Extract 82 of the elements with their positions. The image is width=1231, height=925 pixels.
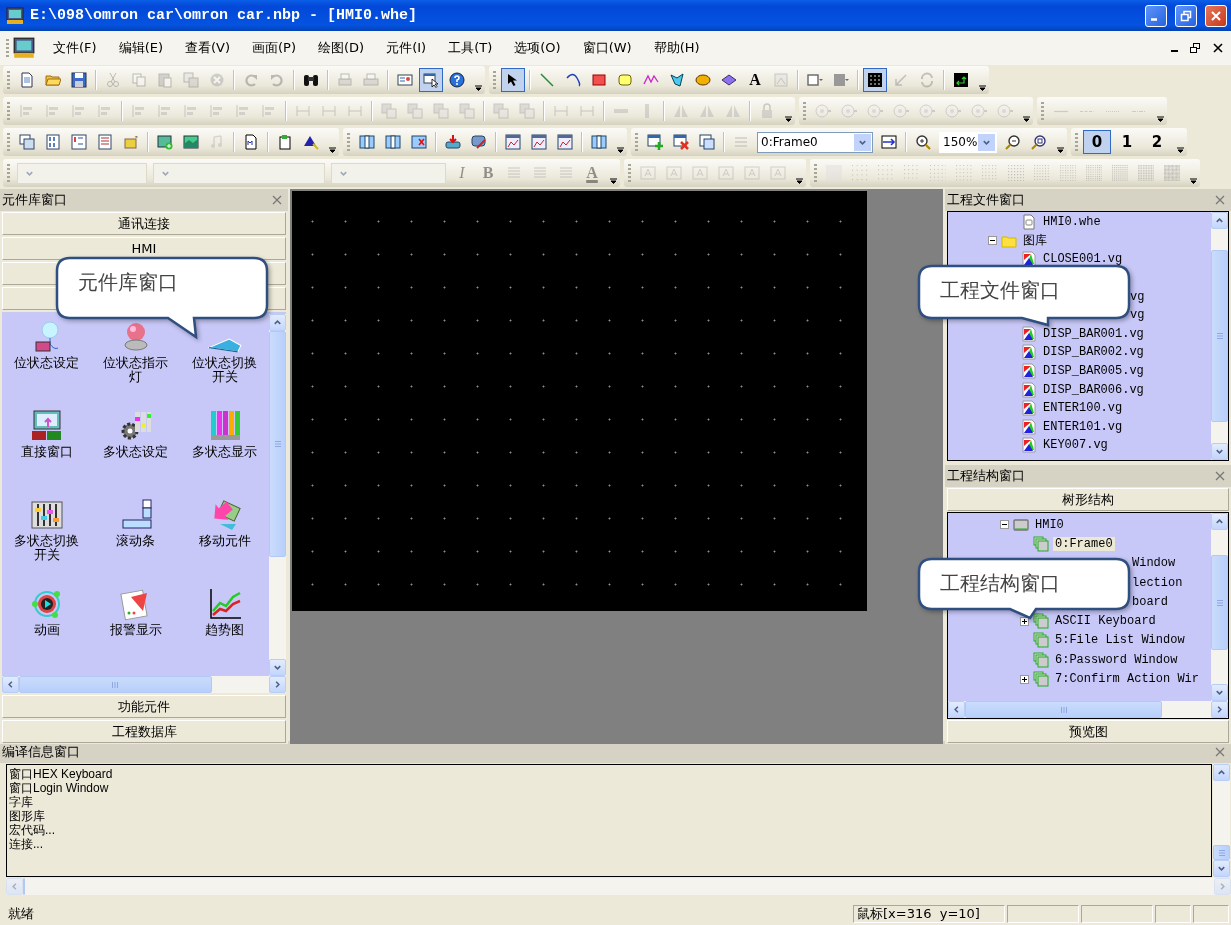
- menu-item[interactable]: 文件(F): [47, 36, 103, 60]
- component-item[interactable]: 移动元件: [180, 498, 269, 587]
- component-item[interactable]: 动画: [2, 587, 91, 676]
- component-item[interactable]: 滚动条: [91, 498, 180, 587]
- callout-tooltip-text: 工程文件窗口: [940, 277, 1060, 304]
- tree-item[interactable]: vg: [1128, 308, 1147, 323]
- callout-tooltip-text: 工程结构窗口: [940, 570, 1060, 597]
- category-tab[interactable]: 工程数据库: [2, 720, 286, 743]
- component-item[interactable]: 位状态指示灯: [91, 320, 180, 409]
- log-line: 图形库: [9, 809, 46, 823]
- layer-button[interactable]: 2: [1143, 130, 1171, 154]
- tree-item[interactable]: ENTER100.vg: [1041, 401, 1125, 416]
- tree-item[interactable]: 图库: [1021, 232, 1049, 250]
- layer-button[interactable]: 1: [1113, 130, 1141, 154]
- menu-item[interactable]: 查看(V): [179, 36, 237, 60]
- tree-item[interactable]: HMI0.whe: [1041, 215, 1103, 230]
- view-tab[interactable]: 预览图: [947, 720, 1229, 743]
- log-line: 宏代码...: [9, 823, 56, 837]
- category-tab[interactable]: 功能元件: [2, 695, 286, 718]
- component-item[interactable]: 报警显示: [91, 587, 180, 676]
- tree-item[interactable]: CLOSE001.vg: [1041, 252, 1125, 267]
- component-label: 多状态显示: [191, 445, 258, 459]
- tree-item[interactable]: Window: [1130, 556, 1178, 571]
- tree-item[interactable]: 5:File List Window: [1053, 633, 1187, 648]
- tree-item[interactable]: board: [1130, 594, 1170, 609]
- panel-title: 元件库窗口: [2, 191, 67, 209]
- tree-item[interactable]: 6:Password Window: [1053, 652, 1180, 667]
- menu-item[interactable]: 画面(P): [246, 36, 302, 60]
- component-label: 位状态切换开关: [191, 356, 258, 384]
- menu-item[interactable]: 窗口(W): [576, 36, 638, 60]
- callout-tooltip-text: 元件库窗口: [78, 269, 178, 296]
- tree-item[interactable]: 7:Confirm Action Wir: [1053, 672, 1202, 686]
- component-item[interactable]: 多状态设定: [91, 409, 180, 498]
- mouse-position: 鼠标[x=316 y=10]: [853, 905, 1005, 923]
- tree-item[interactable]: ENTER101.vg: [1041, 419, 1125, 434]
- tree-item[interactable]: lection: [1130, 575, 1185, 590]
- tree-item[interactable]: DISP_BAR001.vg: [1041, 326, 1146, 341]
- tree-item[interactable]: HMI0: [1033, 517, 1066, 532]
- component-label: 多状态切换开关: [13, 534, 80, 562]
- layer-button[interactable]: 0: [1083, 130, 1111, 154]
- component-item[interactable]: 直接窗口: [2, 409, 91, 498]
- component-label: 移动元件: [197, 534, 252, 548]
- tree-item[interactable]: KEY007.vg: [1041, 438, 1110, 453]
- component-label: 滚动条: [115, 534, 156, 548]
- tree-item[interactable]: 0:Frame0: [1053, 536, 1115, 551]
- panel-title: 工程文件窗口: [947, 191, 1025, 209]
- toolbar-button[interactable]: A: [743, 68, 767, 92]
- menu-item[interactable]: 绘图(D): [312, 36, 371, 60]
- component-label: 直接窗口: [19, 445, 74, 459]
- component-item[interactable]: 趋势图: [180, 587, 269, 676]
- menu-item[interactable]: 帮助(H): [647, 36, 706, 60]
- component-item[interactable]: 多状态显示: [180, 409, 269, 498]
- panel-title: 工程结构窗口: [947, 467, 1025, 485]
- component-label: 报警显示: [108, 623, 163, 637]
- component-item[interactable]: 位状态设定: [2, 320, 91, 409]
- menu-item[interactable]: 编辑(E): [112, 36, 169, 60]
- window-title: E:\098\omron car\omron car.nbp - [HMI0.whe]: [30, 7, 419, 24]
- tree-item[interactable]: DISP_BAR005.vg: [1041, 364, 1146, 379]
- panel-title: 编译信息窗口: [2, 743, 80, 761]
- dropdown[interactable]: 150%: [939, 131, 997, 153]
- component-label: 多状态设定: [102, 445, 169, 459]
- log-line: 窗口Login Window: [9, 781, 110, 795]
- component-label: 动画: [32, 623, 61, 637]
- view-tab[interactable]: 树形结构: [947, 488, 1229, 511]
- tree-item[interactable]: DISP_BAR002.vg: [1041, 345, 1146, 360]
- log-line: 窗口HEX Keyboard: [9, 767, 114, 781]
- tree-item[interactable]: ASCII Keyboard: [1053, 614, 1158, 629]
- log-line: 字库: [9, 795, 34, 809]
- menu-item[interactable]: 元件(I): [380, 36, 433, 60]
- component-label: 趋势图: [204, 623, 245, 637]
- component-label: 位状态指示灯: [102, 356, 169, 384]
- component-item[interactable]: 位状态切换开关: [180, 320, 269, 409]
- component-item[interactable]: 多状态切换开关: [2, 498, 91, 587]
- component-label: 位状态设定: [13, 356, 80, 370]
- category-tab[interactable]: 通讯连接: [2, 212, 286, 235]
- log-line: 连接...: [9, 837, 44, 851]
- menu-item[interactable]: 工具(T): [442, 36, 499, 60]
- menu-item[interactable]: 选项(O): [508, 36, 567, 60]
- status-text: 就绪: [8, 906, 34, 921]
- dropdown[interactable]: 0:Frame0: [757, 131, 873, 153]
- tree-item[interactable]: vg: [1128, 289, 1147, 304]
- tree-item[interactable]: DISP_BAR006.vg: [1041, 382, 1146, 397]
